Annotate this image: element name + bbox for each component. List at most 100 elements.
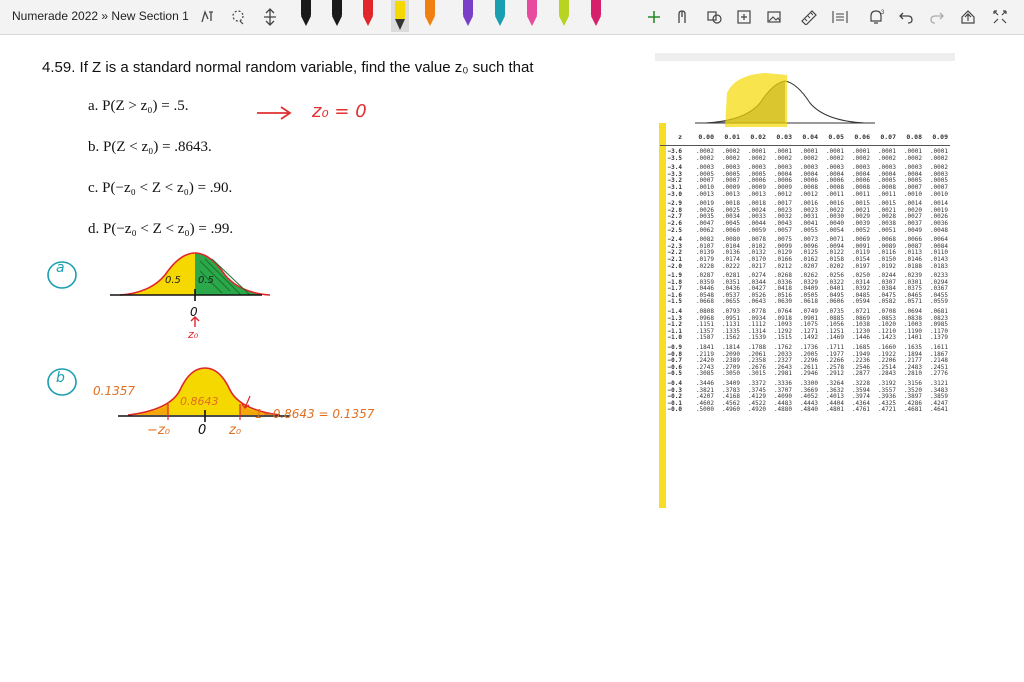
z-table-z-value: −2.0 bbox=[667, 262, 682, 270]
z-table-cell: .4801 bbox=[825, 406, 844, 414]
pen-purple-icon[interactable] bbox=[460, 0, 476, 26]
z-table-cell: .0212 bbox=[773, 262, 792, 270]
pen-black-icon[interactable] bbox=[298, 0, 314, 26]
z-table-z-value: −2.5 bbox=[667, 226, 682, 234]
z-table-cell: .1515 bbox=[773, 334, 792, 342]
z-table-header-cell: 0.08 bbox=[906, 133, 922, 141]
z-table-cell: .0571 bbox=[903, 298, 922, 306]
z-table-cell: .2912 bbox=[825, 370, 844, 378]
z-table-cell: .2981 bbox=[773, 370, 792, 378]
notification-icon[interactable]: 3 bbox=[866, 6, 886, 28]
add-space-icon[interactable] bbox=[260, 6, 280, 28]
pen-black-2-icon[interactable] bbox=[329, 0, 345, 26]
z-table-cell: .0217 bbox=[747, 262, 766, 270]
curve-b-sketch bbox=[47, 367, 290, 422]
z-table-cell: .0013 bbox=[721, 190, 740, 198]
z-table-cell: .0059 bbox=[747, 226, 766, 234]
z-table-cell: .1446 bbox=[851, 334, 870, 342]
problem-item-label: d. bbox=[88, 221, 100, 237]
z-table-row: −2.5 .0062 .0060 .0059 .0057 .0055 .0054 .0052.… bbox=[660, 226, 950, 235]
z-table-cell: .0013 bbox=[695, 190, 714, 198]
svg-text:3: 3 bbox=[881, 10, 885, 16]
z-table-cell: .0002 bbox=[721, 154, 740, 162]
ink-to-text-icon[interactable] bbox=[704, 6, 724, 28]
z-table-cell: .0052 bbox=[851, 226, 870, 234]
z-table-cell: .0188 bbox=[903, 262, 922, 270]
pen-pink-icon[interactable] bbox=[524, 0, 540, 26]
z-table-cell: .2843 bbox=[877, 370, 896, 378]
curve-a-sketch bbox=[47, 252, 271, 327]
z-table-cell: .0002 bbox=[903, 154, 922, 162]
curve-b-left-label: 0.1357 bbox=[93, 384, 135, 398]
curve-a-left-label: 0.5 bbox=[165, 275, 181, 286]
pen-orange-icon[interactable] bbox=[422, 0, 438, 26]
z-table-header-cell: 0.06 bbox=[854, 133, 870, 141]
share-icon[interactable] bbox=[958, 6, 978, 28]
z-table-header-cell: 0.00 bbox=[698, 133, 714, 141]
z-table-cell: .0606 bbox=[825, 298, 844, 306]
curve-a-zero-label: 0 bbox=[190, 305, 198, 319]
z-table-cell: .0668 bbox=[695, 298, 714, 306]
math-icon[interactable] bbox=[734, 6, 754, 28]
ink-to-shape-icon[interactable] bbox=[674, 6, 692, 28]
replay-icon[interactable] bbox=[829, 6, 851, 28]
problem-item-d: d. P(−z₀ < Z < z₀) = .99. bbox=[88, 221, 233, 238]
z-table-cell: .0222 bbox=[721, 262, 740, 270]
z-table-cell: .4840 bbox=[799, 406, 818, 414]
z-table-cell: .1469 bbox=[825, 334, 844, 342]
z-table-cell: .0002 bbox=[773, 154, 792, 162]
image-icon[interactable] bbox=[764, 6, 784, 28]
pen-red-icon[interactable] bbox=[360, 0, 376, 26]
circle-label-a: a bbox=[56, 260, 65, 276]
problem-item-expr: P(Z > z₀) = .5. bbox=[102, 98, 189, 114]
redo-icon[interactable] bbox=[927, 6, 947, 28]
z-table-header: z 0.00 0.01 0.02 0.03 0.04 0.05 0.06 0.07 0.08 0.0… bbox=[660, 133, 950, 146]
arrow-icon bbox=[257, 106, 292, 120]
ruler-icon[interactable] bbox=[798, 6, 820, 28]
fullscreen-icon[interactable] bbox=[990, 6, 1010, 28]
z-table-cell: .0655 bbox=[721, 298, 740, 306]
z-table-cell: .0012 bbox=[773, 190, 792, 198]
problem-item-label: b. bbox=[88, 139, 100, 155]
z-table-row: −0.5 .3085 .3050 .3015 .2981 .2946 .2912 .2877.… bbox=[660, 371, 950, 378]
answer-a: z₀ = 0 bbox=[312, 101, 367, 122]
z-table-cell: .4721 bbox=[877, 406, 896, 414]
z-table-group-gap bbox=[660, 414, 950, 417]
lasso-select-icon[interactable] bbox=[228, 6, 248, 28]
z-table-cell: .0054 bbox=[825, 226, 844, 234]
z-table-cell: .0002 bbox=[877, 154, 896, 162]
problem-item-expr: P(Z < z₀) = .8643. bbox=[103, 139, 212, 155]
z-table-cell: .1401 bbox=[903, 334, 922, 342]
problem-item-b: b. P(Z < z₀) = .8643. bbox=[88, 139, 212, 156]
z-table-row: −3.0 .0013 .0013 .0013 .0012 .0012 .0011 .0011.… bbox=[660, 190, 950, 199]
highlighter-yellow-icon[interactable] bbox=[391, 0, 409, 32]
z-table-cell: .0055 bbox=[799, 226, 818, 234]
problem-item-expr: P(−z₀ < Z < z₀) = .99. bbox=[103, 221, 234, 237]
pen-magenta-icon[interactable] bbox=[588, 0, 604, 26]
z-table-header-cell: 0.09 bbox=[932, 133, 948, 141]
z-table-z-value: −1.5 bbox=[667, 298, 682, 306]
z-table-cell: .2946 bbox=[799, 370, 818, 378]
z-table-cell: .0002 bbox=[695, 154, 714, 162]
pen-teal-icon[interactable] bbox=[492, 0, 508, 26]
problem-item-c: c. P(−z₀ < Z < z₀) = .90. bbox=[88, 180, 232, 197]
z-table-cell: .0011 bbox=[851, 190, 870, 198]
z-table-cell: .0010 bbox=[929, 190, 948, 198]
lasso-icon[interactable] bbox=[198, 6, 218, 28]
z-table-header-cell: 0.03 bbox=[776, 133, 792, 141]
add-pen-icon[interactable] bbox=[645, 6, 663, 28]
notebook-page[interactable]: 4.59. If Z is a standard normal random v… bbox=[0, 35, 1024, 682]
z-table-header-cell: 0.02 bbox=[750, 133, 766, 141]
z-table-header-cell: 0.07 bbox=[880, 133, 896, 141]
z-table-header-cell: 0.04 bbox=[802, 133, 818, 141]
z-table-cell: .0002 bbox=[747, 154, 766, 162]
z-table-cell: .0060 bbox=[721, 226, 740, 234]
z-table-cell: .4681 bbox=[903, 406, 922, 414]
z-table-cell: .0594 bbox=[851, 298, 870, 306]
z-table-row: −1.5 .0668 .0655 .0643 .0630 .0618 .0606 .0594.… bbox=[660, 299, 950, 306]
circle-label-b: b bbox=[56, 370, 65, 386]
z-table-cell: .0582 bbox=[877, 298, 896, 306]
pen-yellow-green-icon[interactable] bbox=[556, 0, 572, 26]
undo-icon[interactable] bbox=[896, 6, 916, 28]
z-table-cell: .5000 bbox=[695, 406, 714, 414]
